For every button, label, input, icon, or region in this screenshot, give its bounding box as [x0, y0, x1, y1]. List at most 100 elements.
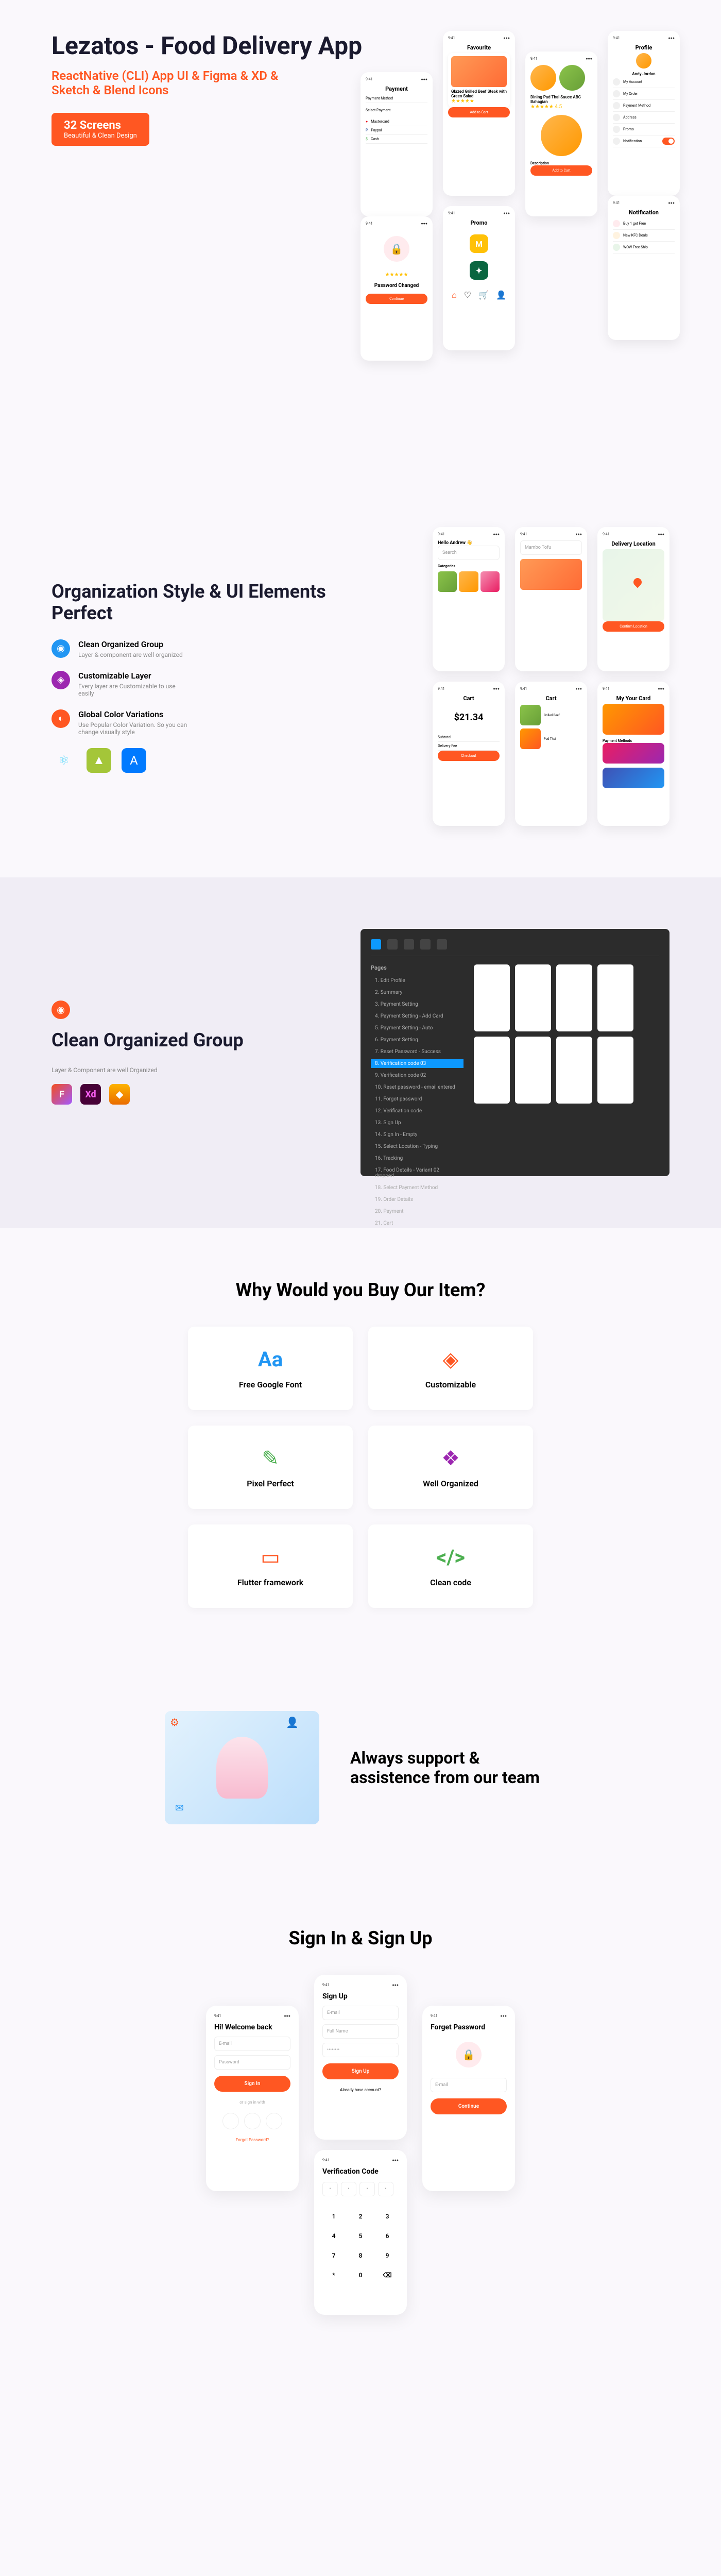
figma-layer[interactable]: 6. Payment Setting: [371, 1036, 464, 1044]
figma-layer[interactable]: 20. Payment: [371, 1207, 464, 1216]
code-digit[interactable]: •: [359, 2182, 375, 2196]
cat-img[interactable]: [480, 571, 500, 592]
figma-tool[interactable]: [404, 939, 414, 950]
signin-button[interactable]: Sign In: [214, 2076, 290, 2092]
payment-card[interactable]: PPaypal: [366, 126, 427, 135]
keypad-delete[interactable]: ⌫: [376, 2267, 399, 2283]
figma-artboard[interactable]: [597, 964, 633, 1031]
facebook-icon[interactable]: [266, 2113, 282, 2129]
profile-item[interactable]: Notification: [613, 135, 675, 147]
keypad-digit[interactable]: 2: [349, 2209, 372, 2224]
figma-layer[interactable]: 14. Sign In - Empty: [371, 1130, 464, 1139]
figma-layer[interactable]: 4. Payment Setting - Add Card: [371, 1012, 464, 1021]
credit-card[interactable]: [603, 743, 664, 764]
starbucks-icon[interactable]: ✦: [470, 261, 488, 280]
email-input[interactable]: E-mail: [214, 2037, 290, 2051]
continue-button[interactable]: Continue: [431, 2098, 507, 2114]
notif-item[interactable]: New KFC Deals: [613, 230, 675, 242]
figma-layer[interactable]: 16. Tracking: [371, 1154, 464, 1163]
why-label: Pixel Perfect: [198, 1479, 342, 1488]
password-input[interactable]: Password: [214, 2055, 290, 2070]
profile-item[interactable]: Address: [613, 112, 675, 124]
payment-card[interactable]: $Cash: [366, 135, 427, 144]
mcdonalds-icon[interactable]: M: [470, 234, 488, 253]
figma-artboard[interactable]: [515, 1037, 551, 1104]
keypad-digit[interactable]: 0: [349, 2267, 372, 2283]
figma-tool[interactable]: [420, 939, 431, 950]
nav-icon[interactable]: 🛒: [478, 290, 489, 300]
figma-artboard[interactable]: [556, 964, 592, 1031]
keypad-digit[interactable]: 8: [349, 2248, 372, 2263]
credit-card[interactable]: [603, 704, 664, 735]
keypad-digit[interactable]: 5: [349, 2228, 372, 2244]
toggle-icon[interactable]: [662, 138, 675, 145]
keypad-digit[interactable]: 4: [322, 2228, 345, 2244]
code-digit[interactable]: •: [341, 2182, 356, 2196]
apple-icon[interactable]: [244, 2113, 261, 2129]
nav-icon[interactable]: ♡: [464, 290, 471, 300]
keypad-digit[interactable]: 1: [322, 2209, 345, 2224]
figma-layer[interactable]: 15. Select Location - Typing: [371, 1142, 464, 1151]
figma-tool[interactable]: [387, 939, 398, 950]
figma-artboard[interactable]: [474, 1037, 510, 1104]
figma-layer[interactable]: 12. Verification code: [371, 1107, 464, 1115]
profile-item[interactable]: Promo: [613, 124, 675, 135]
figma-layer[interactable]: 17. Food Details - Variant 02 dropped: [371, 1166, 464, 1180]
figma-layer[interactable]: 1. Edit Profile: [371, 976, 464, 985]
figma-tool[interactable]: [371, 939, 381, 950]
code-digit[interactable]: •: [378, 2182, 393, 2196]
signup-button[interactable]: Sign Up: [322, 2063, 399, 2079]
profile-item[interactable]: Payment Method: [613, 100, 675, 112]
figma-layer[interactable]: 3. Payment Setting: [371, 1000, 464, 1009]
figma-layer[interactable]: 19. Order Details: [371, 1195, 464, 1204]
figma-artboard[interactable]: [597, 1037, 633, 1104]
figma-layer[interactable]: 5. Payment Setting - Auto: [371, 1024, 464, 1032]
map-view[interactable]: [603, 549, 664, 621]
forgot-link[interactable]: Forgot Password?: [214, 2138, 290, 2142]
figma-artboard[interactable]: [556, 1037, 592, 1104]
cat-img[interactable]: [438, 571, 457, 592]
email-input[interactable]: E-mail: [431, 2078, 507, 2092]
email-input[interactable]: E-mail: [322, 2006, 399, 2020]
profile-item[interactable]: My Order: [613, 88, 675, 100]
result-img[interactable]: [520, 559, 582, 590]
promo-btn[interactable]: Add to Cart: [530, 165, 592, 176]
figma-layer[interactable]: 11. Forgot password: [371, 1095, 464, 1104]
search-input[interactable]: Search: [438, 546, 500, 560]
figma-layer[interactable]: 13. Sign Up: [371, 1118, 464, 1127]
cat-img[interactable]: [459, 571, 478, 592]
figma-layer[interactable]: 21. Cart: [371, 1219, 464, 1228]
password-input[interactable]: ••••••••: [322, 2043, 399, 2057]
keypad-digit[interactable]: *: [322, 2267, 345, 2283]
confirm-location-btn[interactable]: Confirm Location: [603, 621, 664, 632]
keypad-digit[interactable]: 6: [376, 2228, 399, 2244]
name-input[interactable]: Full Name: [322, 2024, 399, 2039]
continue-btn[interactable]: Continue: [366, 294, 427, 304]
keypad-digit[interactable]: 3: [376, 2209, 399, 2224]
google-icon[interactable]: [222, 2113, 239, 2129]
person-illustration: [216, 1737, 268, 1799]
figma-artboard[interactable]: [515, 964, 551, 1031]
checkout-btn[interactable]: Checkout: [438, 751, 500, 761]
figma-layer[interactable]: 10. Reset password - email entered: [371, 1083, 464, 1092]
nav-icon[interactable]: ⌂: [452, 290, 457, 300]
figma-layer[interactable]: 7. Reset Password - Success: [371, 1047, 464, 1056]
keypad-digit[interactable]: 9: [376, 2248, 399, 2263]
code-digit[interactable]: •: [322, 2182, 338, 2196]
have-account[interactable]: Already have account?: [322, 2088, 399, 2092]
payment-card[interactable]: ●Mastercard: [366, 117, 427, 126]
notif-item[interactable]: Buy 1 get Free: [613, 218, 675, 230]
figma-artboard[interactable]: [474, 964, 510, 1031]
nav-icon[interactable]: 👤: [496, 290, 506, 300]
profile-item[interactable]: My Account: [613, 76, 675, 88]
credit-card[interactable]: [603, 768, 664, 788]
notif-item[interactable]: WOW Free Ship: [613, 242, 675, 253]
keypad-digit[interactable]: 7: [322, 2248, 345, 2263]
search-field[interactable]: Mambo Tofu: [520, 540, 582, 555]
figma-layer[interactable]: 9. Verification code 02: [371, 1071, 464, 1080]
figma-layer[interactable]: 18. Select Payment Method: [371, 1183, 464, 1192]
add-cart-btn[interactable]: Add to Cart: [448, 107, 510, 117]
figma-layer[interactable]: 2. Summary: [371, 988, 464, 997]
figma-layer[interactable]: 8. Verification code 03: [371, 1059, 464, 1068]
figma-tool[interactable]: [437, 939, 447, 950]
